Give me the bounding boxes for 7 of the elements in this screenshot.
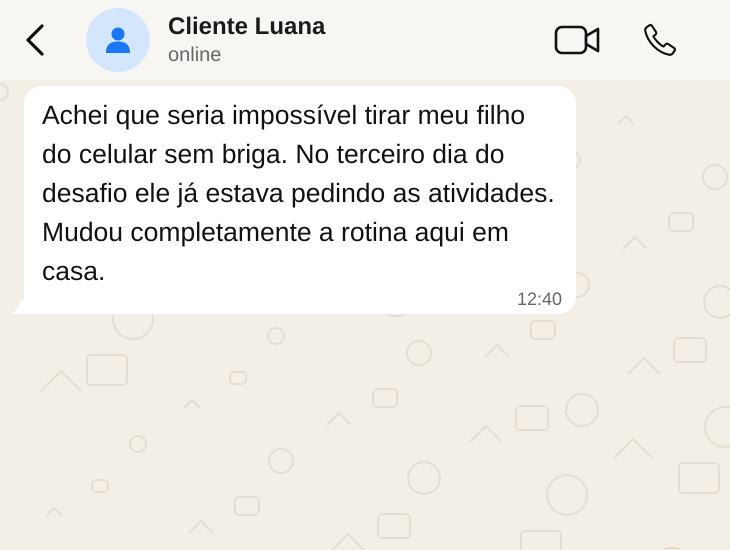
message-text: Achei que seria impossível tirar meu filho do celular sem briga. No terceiro dia do desafio ele já estava pedindo as atividades. Mudou completamente a rotina aqui em casa.	[42, 99, 556, 288]
phone-call-icon[interactable]	[642, 22, 678, 58]
message-time: 12:40	[516, 289, 562, 310]
back-icon[interactable]	[24, 23, 46, 57]
video-call-icon[interactable]	[554, 25, 600, 55]
contact-status: online	[168, 44, 222, 67]
contact-name: Cliente Luana	[168, 13, 326, 41]
